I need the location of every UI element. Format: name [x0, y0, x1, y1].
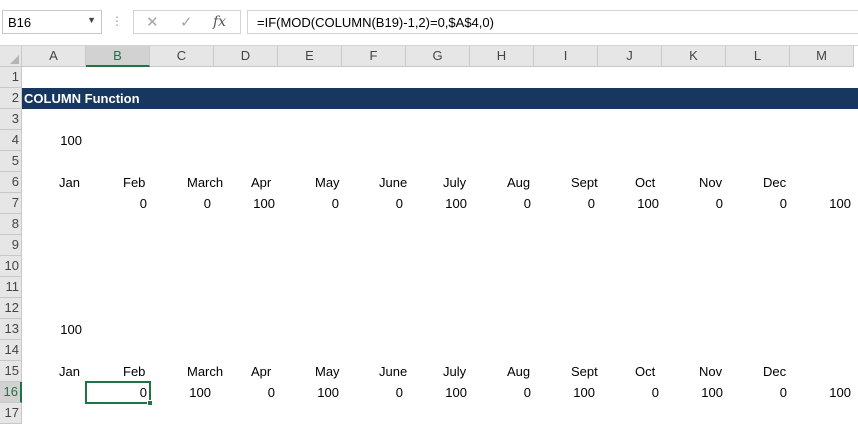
title-banner: [22, 88, 858, 109]
result-cell[interactable]: 100: [598, 193, 662, 214]
row-header-17[interactable]: 17: [0, 403, 22, 424]
month-label[interactable]: Nov: [696, 172, 760, 193]
active-cell-selection[interactable]: [85, 381, 153, 406]
result-cell[interactable]: 100: [406, 193, 470, 214]
month-label[interactable]: Sept: [568, 361, 632, 382]
result-cell[interactable]: 100: [790, 382, 854, 403]
enter-check-icon[interactable]: ✓: [180, 13, 193, 31]
column-header-j[interactable]: J: [598, 46, 662, 67]
month-label[interactable]: March: [184, 361, 248, 382]
month-label[interactable]: Apr: [248, 172, 312, 193]
sheet-title[interactable]: COLUMN Function: [24, 88, 140, 109]
column-header-l[interactable]: L: [726, 46, 790, 67]
result-cell[interactable]: 0: [662, 193, 726, 214]
month-label[interactable]: Dec: [760, 172, 824, 193]
fill-handle[interactable]: [147, 400, 153, 406]
column-header-f[interactable]: F: [342, 46, 406, 67]
result-cell[interactable]: 0: [150, 193, 214, 214]
formula-text: =IF(MOD(COLUMN(B19)-1,2)=0,$A$4,0): [257, 15, 494, 30]
month-label[interactable]: July: [440, 361, 504, 382]
result-cell[interactable]: 0: [342, 193, 406, 214]
month-label[interactable]: Jan: [56, 361, 120, 382]
row-header-12[interactable]: 12: [0, 298, 22, 319]
column-header-i[interactable]: I: [534, 46, 598, 67]
column-header-g[interactable]: G: [406, 46, 470, 67]
month-label[interactable]: Sept: [568, 172, 632, 193]
result-cell[interactable]: 100: [534, 382, 598, 403]
result-cell[interactable]: 0: [278, 193, 342, 214]
result-cell[interactable]: 0: [342, 382, 406, 403]
row-header-2[interactable]: 2: [0, 88, 22, 109]
formula-bar-buttons: ✕ ✓ fx: [133, 10, 241, 34]
month-label[interactable]: Feb: [120, 172, 184, 193]
result-cell[interactable]: 100: [662, 382, 726, 403]
column-header-a[interactable]: A: [22, 46, 86, 67]
spreadsheet-grid[interactable]: ABCDEFGHIJKLM 1 2 3 4 5 6 7 8 9 10 11 12 13 14 15 16 17 …: [0, 46, 858, 428]
result-cell[interactable]: 0: [534, 193, 598, 214]
result-cell[interactable]: 100: [406, 382, 470, 403]
name-box[interactable]: B16 ▼: [2, 10, 102, 34]
formula-input[interactable]: =IF(MOD(COLUMN(B19)-1,2)=0,$A$4,0): [247, 10, 858, 34]
column-header-h[interactable]: H: [470, 46, 534, 67]
result-cell[interactable]: 0: [86, 193, 150, 214]
row-header-4[interactable]: 4: [0, 130, 22, 151]
row-header-13[interactable]: 13: [0, 319, 22, 340]
month-label[interactable]: Jan: [56, 172, 120, 193]
month-label[interactable]: May: [312, 172, 376, 193]
result-cell[interactable]: 100: [214, 193, 278, 214]
column-header-e[interactable]: E: [278, 46, 342, 67]
row-header-7[interactable]: 7: [0, 193, 22, 214]
row-header-16[interactable]: 16: [0, 382, 22, 403]
row-header-6[interactable]: 6: [0, 172, 22, 193]
name-box-value: B16: [8, 15, 32, 30]
month-label[interactable]: Apr: [248, 361, 312, 382]
month-label[interactable]: Oct: [632, 172, 696, 193]
row-header-1[interactable]: 1: [0, 67, 22, 88]
month-label[interactable]: June: [376, 361, 440, 382]
column-header-d[interactable]: D: [214, 46, 278, 67]
month-label[interactable]: Oct: [632, 361, 696, 382]
insert-function-icon[interactable]: fx: [213, 14, 226, 30]
column-header-k[interactable]: K: [662, 46, 726, 67]
row-header-15[interactable]: 15: [0, 361, 22, 382]
drag-handle-icon[interactable]: ⋮: [111, 14, 123, 28]
result-cell[interactable]: 0: [726, 382, 790, 403]
row-header-14[interactable]: 14: [0, 340, 22, 361]
result-cell[interactable]: 100: [150, 382, 214, 403]
cell-a13[interactable]: 100: [22, 319, 85, 340]
column-header-b[interactable]: B: [86, 46, 150, 67]
result-cell[interactable]: 0: [214, 382, 278, 403]
column-header-c[interactable]: C: [150, 46, 214, 67]
month-label[interactable]: Aug: [504, 172, 568, 193]
row-header-9[interactable]: 9: [0, 235, 22, 256]
result-cell[interactable]: 100: [278, 382, 342, 403]
result-cell[interactable]: 0: [598, 382, 662, 403]
month-label[interactable]: Feb: [120, 361, 184, 382]
row-header-11[interactable]: 11: [0, 277, 22, 298]
result-cell[interactable]: 100: [790, 193, 854, 214]
month-label[interactable]: Aug: [504, 361, 568, 382]
month-label[interactable]: June: [376, 172, 440, 193]
month-label[interactable]: Dec: [760, 361, 824, 382]
month-label[interactable]: March: [184, 172, 248, 193]
month-label[interactable]: Nov: [696, 361, 760, 382]
row-header-8[interactable]: 8: [0, 214, 22, 235]
select-all-corner[interactable]: [0, 46, 22, 67]
row-header-10[interactable]: 10: [0, 256, 22, 277]
row-header-5[interactable]: 5: [0, 151, 22, 172]
formula-bar: B16 ▼ ⋮ ✕ ✓ fx =IF(MOD(COLUMN(B19)-1,2)=…: [0, 0, 858, 46]
month-label[interactable]: May: [312, 361, 376, 382]
result-cell[interactable]: 0: [470, 382, 534, 403]
row-header-3[interactable]: 3: [0, 109, 22, 130]
cell-a4[interactable]: 100: [22, 130, 85, 151]
result-cell[interactable]: 0: [726, 193, 790, 214]
cancel-icon[interactable]: ✕: [146, 13, 159, 31]
column-header-m[interactable]: M: [790, 46, 854, 67]
result-cell[interactable]: 0: [470, 193, 534, 214]
month-label[interactable]: July: [440, 172, 504, 193]
chevron-down-icon[interactable]: ▼: [87, 15, 96, 25]
